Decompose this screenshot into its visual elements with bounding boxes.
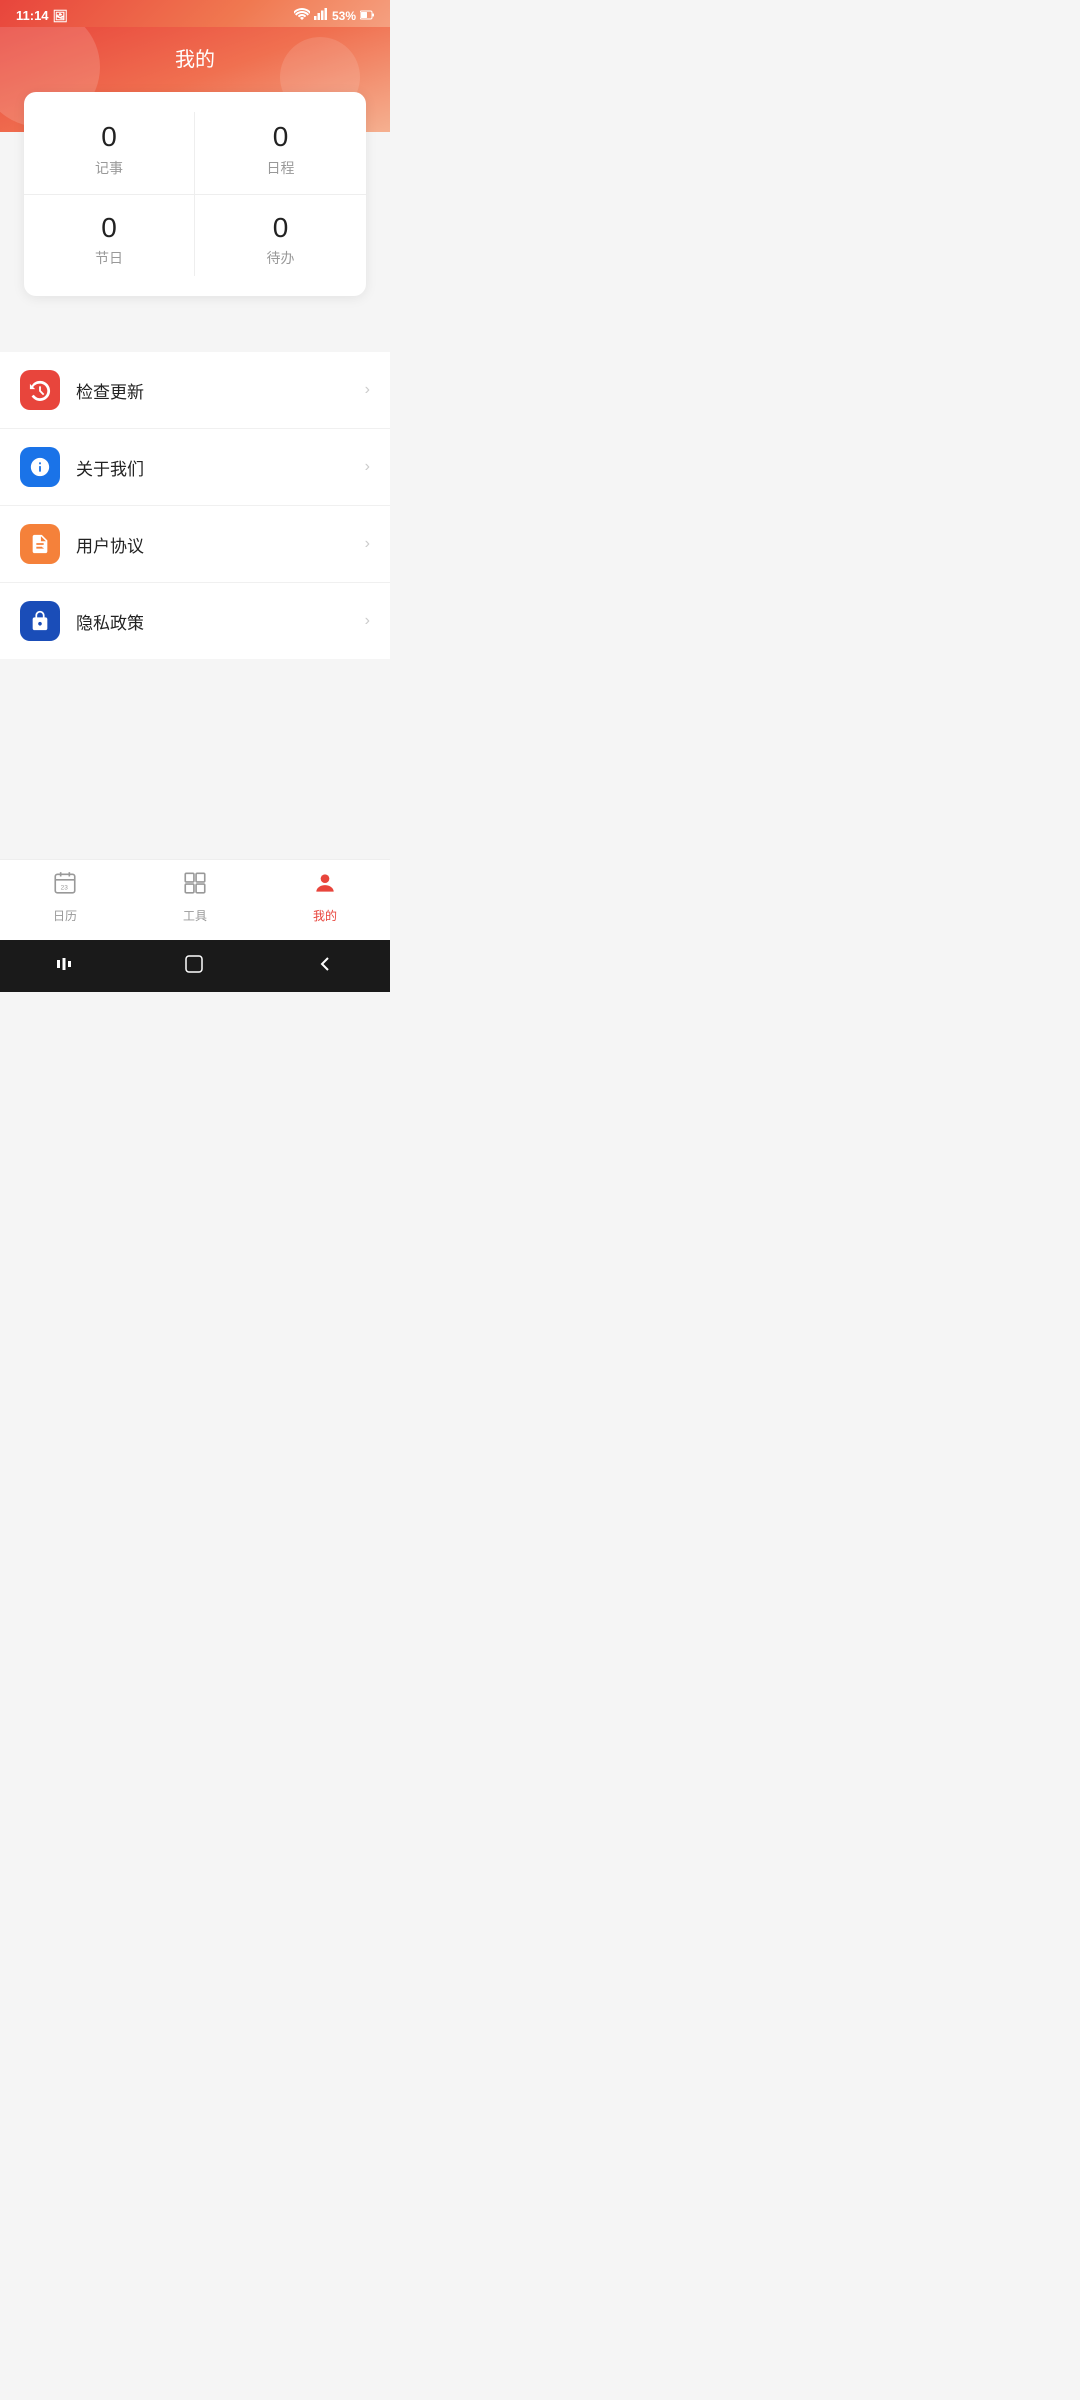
check-update-label: 检查更新 — [76, 378, 365, 403]
stats-richeng[interactable]: 0 日程 — [195, 112, 366, 195]
back-button[interactable] — [315, 954, 335, 974]
richeng-label: 日程 — [211, 158, 350, 178]
stats-jishi[interactable]: 0 记事 — [24, 112, 195, 195]
calendar-nav-icon: 23 — [52, 870, 78, 903]
menu-item-check-update[interactable]: 检查更新 › — [0, 352, 390, 429]
svg-text:23: 23 — [61, 885, 69, 892]
daiban-label: 待办 — [211, 248, 350, 268]
mine-nav-label: 我的 — [313, 907, 337, 924]
jieri-label: 节日 — [40, 248, 178, 268]
time-display: 11:14 — [16, 8, 49, 23]
nav-item-mine[interactable]: 我的 — [288, 870, 362, 924]
menu-button[interactable] — [55, 955, 73, 973]
bottom-nav: 23 日历 工具 我的 — [0, 859, 390, 940]
about-us-icon — [20, 447, 60, 487]
menu-item-privacy-policy[interactable]: 隐私政策 › — [0, 583, 390, 659]
stats-jieri[interactable]: 0 节日 — [24, 195, 195, 277]
section-spacer — [0, 320, 390, 352]
jishi-count: 0 — [40, 120, 178, 154]
calendar-nav-label: 日历 — [53, 907, 77, 924]
nav-item-calendar[interactable]: 23 日历 — [28, 870, 102, 924]
menu-item-about-us[interactable]: 关于我们 › — [0, 429, 390, 506]
stats-daiban[interactable]: 0 待办 — [195, 195, 366, 277]
system-nav-bar — [0, 940, 390, 992]
jieri-count: 0 — [40, 211, 178, 245]
user-agreement-icon — [20, 524, 60, 564]
mine-nav-icon — [312, 870, 338, 903]
tools-nav-label: 工具 — [183, 907, 207, 924]
nav-item-tools[interactable]: 工具 — [158, 870, 232, 924]
home-button[interactable] — [184, 954, 204, 974]
about-us-label: 关于我们 — [76, 455, 365, 480]
about-us-chevron: › — [365, 458, 370, 476]
battery-display: 53% — [332, 9, 356, 23]
menu-item-user-agreement[interactable]: 用户协议 › — [0, 506, 390, 583]
stats-card: 0 记事 0 日程 0 节日 0 待办 — [24, 92, 366, 296]
privacy-policy-label: 隐私政策 — [76, 609, 365, 634]
user-agreement-chevron: › — [365, 535, 370, 553]
signal-icon — [314, 8, 328, 23]
wifi-icon — [294, 8, 310, 23]
user-agreement-label: 用户协议 — [76, 532, 365, 557]
daiban-count: 0 — [211, 211, 350, 245]
privacy-policy-icon — [20, 601, 60, 641]
richeng-count: 0 — [211, 120, 350, 154]
battery-icon — [360, 9, 374, 23]
photo-icon: 🖼 — [53, 9, 68, 23]
status-bar: 11:14 🖼 53% — [0, 0, 390, 27]
tools-nav-icon — [182, 870, 208, 903]
content-area — [0, 659, 390, 859]
status-right: 53% — [294, 8, 374, 23]
menu-list: 检查更新 › 关于我们 › 用户协议 › 隐私政策 › — [0, 352, 390, 659]
status-left: 11:14 🖼 — [16, 8, 68, 23]
check-update-chevron: › — [365, 381, 370, 399]
check-update-icon — [20, 370, 60, 410]
privacy-policy-chevron: › — [365, 612, 370, 630]
jishi-label: 记事 — [40, 158, 178, 178]
page-title: 我的 — [175, 49, 215, 71]
